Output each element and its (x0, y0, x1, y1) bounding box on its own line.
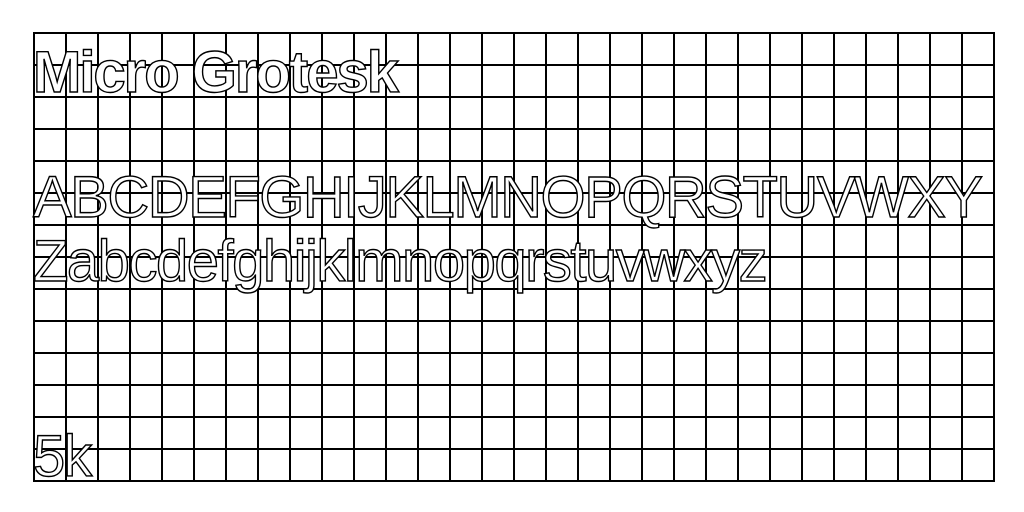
alphabet-specimen: ABCDEFGHIJKLMNOPQRSTUVWXYZabcdefghijklmn… (32, 165, 984, 294)
font-title: Micro Grotesk (32, 40, 399, 105)
size-label: 5k (32, 424, 93, 489)
specimen-canvas: Micro Grotesk Micro Grotesk ABCDEFGHIJKL… (0, 0, 1024, 512)
